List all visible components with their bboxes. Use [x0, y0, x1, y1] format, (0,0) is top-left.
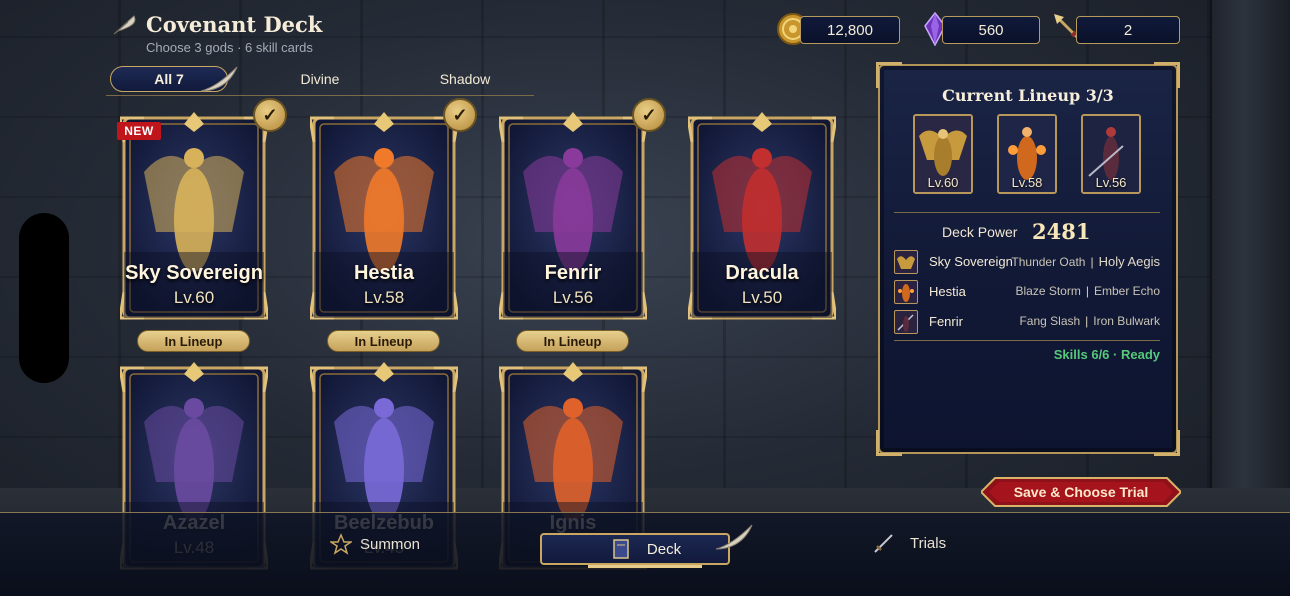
- nav-deck-label: Deck: [646, 540, 682, 558]
- panel-corner-ornament: [1154, 62, 1180, 88]
- crystal-value: 560: [978, 21, 1004, 39]
- summon-icon: [330, 533, 352, 555]
- card-level: Lv.60: [173, 288, 215, 307]
- nav-trials[interactable]: Trials: [872, 531, 946, 555]
- selected-check-icon[interactable]: ✓: [253, 98, 287, 132]
- nav-deck[interactable]: Deck: [540, 524, 753, 565]
- lineup-row-hestia: Hestia Blaze Storm | Ember Echo: [894, 280, 1160, 304]
- skill-card-2: Holy Aegis: [1098, 254, 1160, 269]
- tab-all-label: All 7: [154, 71, 184, 87]
- trial-counter[interactable]: 2: [1076, 16, 1180, 44]
- selected-check-icon[interactable]: ✓: [632, 98, 666, 132]
- wing-ornament-icon: [715, 524, 753, 550]
- lineup-row-skills: Blaze Storm | Ember Echo: [1015, 284, 1160, 298]
- card-level: Lv.58: [363, 288, 405, 307]
- skill-separator: |: [1090, 255, 1094, 269]
- skill-card-2: Iron Bulwark: [1093, 314, 1160, 328]
- in-lineup-tag: In Lineup: [327, 330, 440, 352]
- panel-divider: [894, 340, 1160, 341]
- filter-tabs: All 7 Divine Shadow: [106, 62, 534, 96]
- gold-counter[interactable]: 12,800: [800, 16, 900, 44]
- lineup-row-fenrir: Fenrir Fang Slash | Iron Bulwark: [894, 310, 1160, 334]
- skill-separator: |: [1085, 314, 1089, 328]
- bottom-navigation: Summon Deck Trials: [0, 512, 1290, 596]
- active-tab-underline: [588, 565, 702, 568]
- lineup-slot-level: Lv.60: [927, 175, 959, 190]
- god-card-hestia[interactable]: Hestia Lv.58: [310, 112, 458, 322]
- lineup-title: Current Lineup 3/3: [942, 86, 1114, 105]
- save-and-choose-trial-button[interactable]: Save & Choose Trial: [979, 476, 1183, 508]
- sky-sovereign-thumb-icon: [894, 250, 918, 274]
- save-button-label: Save & Choose Trial: [1013, 484, 1149, 500]
- lineup-row-name: Sky Sovereign: [929, 254, 1013, 269]
- god-card-fenrir[interactable]: Fenrir Lv.56: [499, 112, 647, 322]
- current-lineup-panel: Current Lineup 3/3 Lv.60 Lv.58 Lv.56 Dec…: [876, 62, 1180, 456]
- panel-divider: [894, 212, 1160, 213]
- lineup-slot-sky-sovereign[interactable]: Lv.60: [913, 114, 973, 194]
- lineup-slot-fenrir[interactable]: Lv.56: [1081, 114, 1141, 194]
- lineup-slot-level: Lv.56: [1095, 175, 1127, 190]
- deck-power-label: Deck Power: [942, 224, 1018, 240]
- panel-corner-ornament: [1154, 430, 1180, 456]
- god-card-dracula[interactable]: Dracula Lv.50: [688, 112, 836, 322]
- skill-separator: |: [1085, 284, 1089, 298]
- crystal-counter[interactable]: 560: [942, 16, 1040, 44]
- card-name: Fenrir: [544, 262, 602, 284]
- tab-divine[interactable]: Divine: [286, 66, 354, 92]
- card-name: Sky Sovereign: [125, 262, 263, 284]
- tab-all[interactable]: All 7: [110, 66, 238, 92]
- nav-trials-label: Trials: [910, 534, 947, 552]
- page-subtitle: Choose 3 gods · 6 skill cards: [146, 40, 313, 55]
- tab-shadow-label: Shadow: [439, 71, 491, 87]
- new-badge: NEW: [117, 122, 161, 140]
- panel-corner-ornament: [876, 62, 902, 88]
- skill-card-2: Ember Echo: [1093, 284, 1160, 298]
- fenrir-thumb-icon: [894, 310, 918, 334]
- nav-summon-label: Summon: [360, 535, 421, 553]
- lineup-row-skills: Fang Slash | Iron Bulwark: [1019, 314, 1160, 328]
- skills-ready-status: Skills 6/6 · Ready: [1053, 347, 1160, 362]
- sword-icon: [874, 534, 893, 553]
- skill-card-1: Blaze Storm: [1015, 284, 1081, 298]
- lineup-slot-hestia[interactable]: Lv.58: [997, 114, 1057, 194]
- trial-value: 2: [1123, 21, 1133, 39]
- in-lineup-tag: In Lineup: [516, 330, 629, 352]
- deck-power-value: 2481: [1032, 219, 1091, 244]
- lineup-row-skills: Thunder Oath | Holy Aegis: [1011, 254, 1160, 269]
- lineup-row-name: Fenrir: [929, 314, 963, 329]
- card-name: Dracula: [725, 262, 799, 284]
- quill-feather-icon: [113, 15, 136, 35]
- in-lineup-tag: In Lineup: [137, 330, 250, 352]
- stone-archway: [1210, 0, 1290, 500]
- card-name: Hestia: [353, 262, 415, 284]
- tab-shadow[interactable]: Shadow: [432, 66, 498, 92]
- hestia-thumb-icon: [894, 280, 918, 304]
- selected-check-icon[interactable]: ✓: [443, 98, 477, 132]
- skill-card-1: Fang Slash: [1019, 314, 1081, 328]
- gold-value: 12,800: [827, 21, 873, 39]
- card-level: Lv.50: [741, 288, 783, 307]
- card-level: Lv.56: [552, 288, 594, 307]
- nav-summon[interactable]: Summon: [330, 533, 420, 555]
- screen-notch: [19, 213, 69, 383]
- page-title: Covenant Deck: [146, 12, 323, 37]
- lineup-row-name: Hestia: [929, 284, 966, 299]
- lineup-slot-level: Lv.58: [1011, 175, 1043, 190]
- god-card-sky-sovereign[interactable]: Sky Sovereign Lv.60: [120, 112, 268, 322]
- panel-corner-ornament: [876, 430, 902, 456]
- lineup-row-sky-sovereign: Sky Sovereign Thunder Oath | Holy Aegis: [894, 250, 1160, 274]
- skill-card-1: Thunder Oath: [1011, 255, 1086, 269]
- spellbook-icon: [613, 539, 629, 559]
- tab-divine-label: Divine: [300, 71, 340, 87]
- wing-ornament-icon: [200, 66, 238, 92]
